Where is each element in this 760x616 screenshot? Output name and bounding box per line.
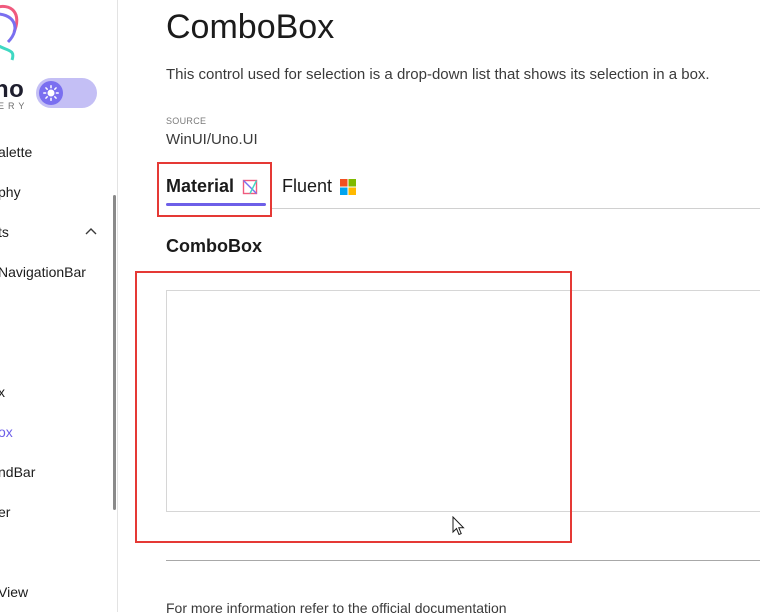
- sidebar-item-datepicker[interactable]: er: [0, 504, 10, 520]
- sidebar-item-color-palette[interactable]: alette: [0, 144, 32, 160]
- sidebar-item-commandbar[interactable]: ndBar: [0, 464, 35, 480]
- sidebar-item-typography[interactable]: phy: [0, 184, 21, 200]
- sidebar: no ERY alette phy ts NavigationBar x ox …: [0, 0, 118, 612]
- sun-icon: [39, 81, 63, 105]
- highlight-box-tab: [157, 162, 272, 217]
- tab-row-divider: [272, 208, 760, 209]
- mouse-cursor-icon: [452, 516, 465, 536]
- section-title: ComboBox: [166, 236, 262, 256]
- sidebar-scrollbar[interactable]: [113, 195, 116, 510]
- page-description: This control used for selection is a dro…: [166, 66, 710, 83]
- footer-text: For more information refer to the offici…: [166, 600, 507, 616]
- source-label: SOURCE: [166, 116, 207, 126]
- sidebar-item-components[interactable]: ts: [0, 224, 9, 240]
- sidebar-item-navigationbar[interactable]: NavigationBar: [0, 264, 86, 280]
- sidebar-divider: [117, 0, 118, 612]
- source-value: WinUI/Uno.UI: [166, 131, 258, 148]
- windows-logo-icon: [340, 178, 357, 195]
- logo-text: no: [0, 76, 25, 103]
- page-title: ComboBox: [166, 8, 335, 46]
- uno-logo-icon: [0, 5, 19, 61]
- chevron-up-icon[interactable]: [84, 224, 98, 238]
- logo-subtext: ERY: [0, 101, 29, 111]
- sidebar-item-checkbox[interactable]: x: [0, 384, 5, 400]
- sidebar-item-view[interactable]: View: [0, 584, 28, 600]
- tab-fluent[interactable]: Fluent: [282, 176, 357, 197]
- highlight-box-panel: [135, 271, 572, 543]
- theme-toggle[interactable]: [36, 78, 97, 108]
- sidebar-item-combobox[interactable]: ox: [0, 424, 13, 440]
- tab-fluent-label: Fluent: [282, 176, 333, 196]
- bottom-divider: [166, 560, 760, 561]
